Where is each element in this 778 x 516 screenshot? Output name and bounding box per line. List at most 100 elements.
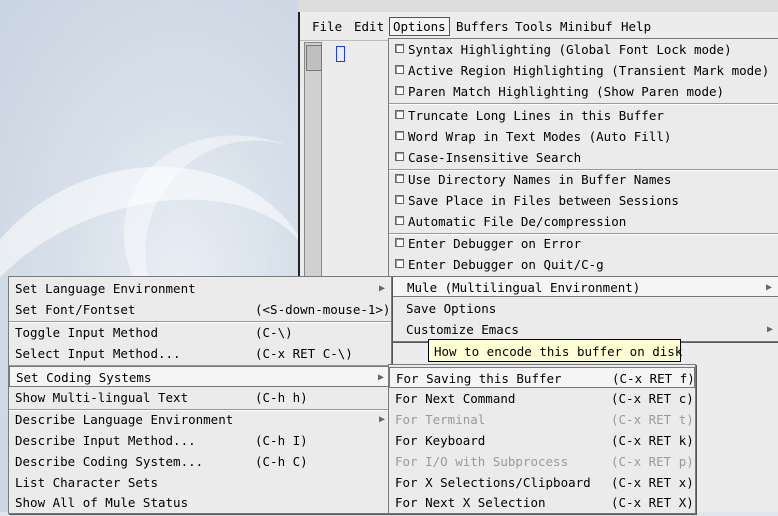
option-label: Save Place in Files between Sessions xyxy=(408,193,679,208)
item-label: For Next X Selection xyxy=(395,495,546,510)
menu-options[interactable]: Options xyxy=(389,17,450,36)
item-shortcut: (C-x RET f) xyxy=(612,371,695,386)
submenu-arrow-icon: ▶ xyxy=(378,414,385,425)
mule-item[interactable]: Describe Language Environment ▶ xyxy=(9,409,391,430)
option-label: Automatic File De/compression xyxy=(408,214,627,229)
item-label: List Character Sets xyxy=(15,475,158,490)
menu-tools[interactable]: Tools xyxy=(515,19,553,34)
item-label: Show All of Mule Status xyxy=(15,495,189,510)
option-label: Truncate Long Lines in this Buffer xyxy=(408,108,664,123)
frame-top xyxy=(298,0,778,12)
option-debug-on-quit[interactable]: Enter Debugger on Quit/C-g xyxy=(389,254,778,275)
mule-item-set-coding-systems[interactable]: Set Coding Systems ▶ xyxy=(9,366,391,387)
item-shortcut: (C-h I) xyxy=(255,433,308,448)
coding-item-disabled: For I/O with Subprocess (C-x RET p) xyxy=(389,451,695,472)
option-label: Paren Match Highlighting (Show Paren mod… xyxy=(408,84,725,99)
option-mule[interactable]: Mule (Multilingual Environment) ▶ xyxy=(389,276,778,297)
option-label: Use Directory Names in Buffer Names xyxy=(408,172,672,187)
coding-item[interactable]: For Next Command (C-x RET c) xyxy=(389,388,695,409)
option-label: Syntax Highlighting (Global Font Lock mo… xyxy=(408,42,732,57)
menu-minibuf[interactable]: Minibuf xyxy=(560,19,613,34)
checkbox-icon xyxy=(395,174,404,183)
mule-item[interactable]: Toggle Input Method (C-\) xyxy=(9,322,391,343)
option-label: Save Options xyxy=(406,301,497,316)
mule-item[interactable]: Show Multi-lingual Text (C-h h) xyxy=(9,387,391,408)
option-label: Active Region Highlighting (Transient Ma… xyxy=(408,63,770,78)
option-label: Mule (Multilingual Environment) xyxy=(407,280,641,295)
mule-item[interactable]: Select Input Method... (C-x RET C-\) xyxy=(9,343,391,364)
submenu-arrow-icon: ▶ xyxy=(378,283,385,294)
option-label: Word Wrap in Text Modes (Auto Fill) xyxy=(408,129,672,144)
submenu-arrow-icon: ▶ xyxy=(377,372,384,383)
checkbox-icon xyxy=(395,44,404,53)
option-active-region[interactable]: Active Region Highlighting (Transient Ma… xyxy=(389,60,778,81)
scrollbar-thumb[interactable] xyxy=(306,45,322,71)
item-shortcut: (C-x RET C-\) xyxy=(255,346,353,361)
option-word-wrap[interactable]: Word Wrap in Text Modes (Auto Fill) xyxy=(389,126,778,147)
submenu-arrow-icon: ▶ xyxy=(766,324,773,335)
item-shortcut: (<S-down-mouse-1>) xyxy=(255,302,391,317)
mule-item[interactable]: Describe Input Method... (C-h I) xyxy=(9,430,391,451)
item-shortcut: (C-h h) xyxy=(255,390,308,405)
option-debug-on-error[interactable]: Enter Debugger on Error xyxy=(389,233,778,254)
item-label: Select Input Method... xyxy=(15,346,181,361)
item-label: For X Selections/Clipboard xyxy=(395,475,591,490)
coding-item[interactable]: For X Selections/Clipboard (C-x RET x) xyxy=(389,472,695,493)
item-shortcut: (C-h C) xyxy=(255,454,308,469)
menu-help[interactable]: Help xyxy=(621,19,651,34)
item-label: Describe Coding System... xyxy=(15,454,204,469)
mule-item[interactable]: Describe Coding System... (C-h C) xyxy=(9,451,391,472)
mule-item[interactable]: Show All of Mule Status xyxy=(9,492,391,513)
mule-item[interactable]: List Character Sets xyxy=(9,472,391,493)
checkbox-icon xyxy=(395,238,404,247)
option-save-place[interactable]: Save Place in Files between Sessions xyxy=(389,190,778,211)
mule-submenu: Set Language Environment ▶ Set Font/Fonts… xyxy=(8,276,392,514)
item-label: Toggle Input Method xyxy=(15,325,158,340)
option-label: Enter Debugger on Error xyxy=(408,236,582,251)
menu-edit[interactable]: Edit xyxy=(354,19,384,34)
item-label: Set Coding Systems xyxy=(16,370,152,385)
item-label: Describe Language Environment xyxy=(15,412,234,427)
item-shortcut: (C-x RET X) xyxy=(611,495,694,510)
mule-item[interactable]: Set Font/Fontset (<S-down-mouse-1>) xyxy=(9,299,391,320)
menu-bar: File Edit Options Buffers Tools Minibuf … xyxy=(300,14,778,41)
mule-item[interactable]: Set Language Environment ▶ xyxy=(9,278,391,299)
option-save-options[interactable]: Save Options xyxy=(389,298,778,319)
checkbox-icon xyxy=(395,65,404,74)
options-menu: Syntax Highlighting (Global Font Lock mo… xyxy=(388,38,778,342)
submenu-arrow-icon: ▶ xyxy=(765,282,772,293)
tooltip: How to encode this buffer on disk xyxy=(428,339,682,362)
checkbox-icon xyxy=(395,110,404,119)
coding-item-saving-buffer[interactable]: For Saving this Buffer (C-x RET f) xyxy=(389,367,695,388)
checkbox-icon xyxy=(395,86,404,95)
menu-file[interactable]: File xyxy=(312,19,342,34)
item-label: Set Font/Fontset xyxy=(15,302,136,317)
checkbox-icon xyxy=(395,152,404,161)
checkbox-icon xyxy=(395,131,404,140)
coding-item[interactable]: For Keyboard (C-x RET k) xyxy=(389,430,695,451)
item-shortcut: (C-\) xyxy=(255,325,293,340)
option-case-insensitive[interactable]: Case-Insensitive Search xyxy=(389,147,778,168)
checkbox-icon xyxy=(395,195,404,204)
item-shortcut: (C-x RET k) xyxy=(611,433,694,448)
item-label: Show Multi-lingual Text xyxy=(15,390,189,405)
coding-item[interactable]: For Next X Selection (C-x RET X) xyxy=(389,492,695,513)
item-label: Describe Input Method... xyxy=(15,433,196,448)
item-label: For Terminal xyxy=(395,412,486,427)
option-truncate-lines[interactable]: Truncate Long Lines in this Buffer xyxy=(389,105,778,126)
option-syntax-highlighting[interactable]: Syntax Highlighting (Global Font Lock mo… xyxy=(389,39,778,60)
vertical-scrollbar[interactable] xyxy=(304,42,322,280)
item-shortcut: (C-x RET c) xyxy=(611,391,694,406)
option-label: Case-Insensitive Search xyxy=(408,150,582,165)
checkbox-icon xyxy=(395,216,404,225)
option-directory-names[interactable]: Use Directory Names in Buffer Names xyxy=(389,169,778,190)
option-customize[interactable]: Customize Emacs ▶ xyxy=(389,319,778,340)
item-label: For Keyboard xyxy=(395,433,486,448)
option-auto-compression[interactable]: Automatic File De/compression xyxy=(389,211,778,232)
item-label: Set Language Environment xyxy=(15,281,196,296)
menu-buffers[interactable]: Buffers xyxy=(456,19,509,34)
option-paren-match[interactable]: Paren Match Highlighting (Show Paren mod… xyxy=(389,81,778,102)
coding-item-disabled: For Terminal (C-x RET t) xyxy=(389,409,695,430)
text-cursor xyxy=(336,46,345,62)
option-label: Enter Debugger on Quit/C-g xyxy=(408,257,604,272)
